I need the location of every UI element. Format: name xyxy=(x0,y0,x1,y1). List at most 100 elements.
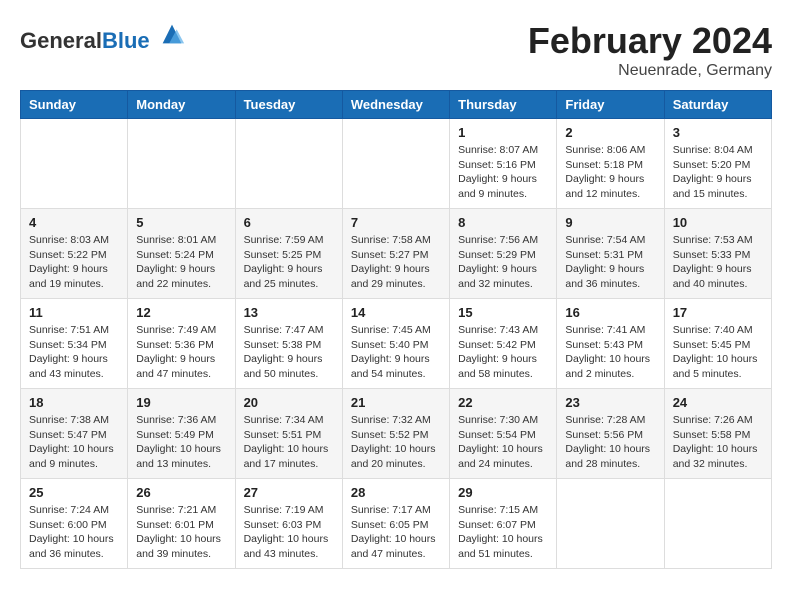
day-number: 22 xyxy=(458,395,548,410)
day-info: Sunrise: 7:28 AMSunset: 5:56 PMDaylight:… xyxy=(565,413,655,472)
calendar-week-row: 1 Sunrise: 8:07 AMSunset: 5:16 PMDaylight… xyxy=(21,119,772,209)
calendar-day-20: 20 Sunrise: 7:34 AMSunset: 5:51 PMDayligh… xyxy=(235,389,342,479)
day-number: 1 xyxy=(458,125,548,140)
day-info: Sunrise: 7:54 AMSunset: 5:31 PMDaylight:… xyxy=(565,233,655,292)
day-number: 4 xyxy=(29,215,119,230)
calendar-day-17: 17 Sunrise: 7:40 AMSunset: 5:45 PMDayligh… xyxy=(664,299,771,389)
calendar-day-15: 15Sunrise: 7:43 AMSunset: 5:42 PMDayligh… xyxy=(450,299,557,389)
calendar-day-21: 21 Sunrise: 7:32 AMSunset: 5:52 PMDayligh… xyxy=(342,389,449,479)
day-number: 9 xyxy=(565,215,655,230)
empty-day-cell xyxy=(557,479,664,569)
day-info: Sunrise: 8:03 AMSunset: 5:22 PMDaylight:… xyxy=(29,233,119,292)
calendar-day-11: 11 Sunrise: 7:51 AMSunset: 5:34 PMDayligh… xyxy=(21,299,128,389)
weekday-header-monday: Monday xyxy=(128,91,235,119)
page-subtitle: Neuenrade, Germany xyxy=(528,62,772,80)
day-info: Sunrise: 7:41 AMSunset: 5:43 PMDaylight:… xyxy=(565,323,655,382)
calendar-day-23: 23 Sunrise: 7:28 AMSunset: 5:56 PMDayligh… xyxy=(557,389,664,479)
day-info: Sunrise: 7:26 AMSunset: 5:58 PMDaylight:… xyxy=(673,413,763,472)
calendar-day-7: 7 Sunrise: 7:58 AMSunset: 5:27 PMDaylight… xyxy=(342,209,449,299)
day-info: Sunrise: 8:01 AMSunset: 5:24 PMDaylight:… xyxy=(136,233,226,292)
calendar-day-3: 3Sunrise: 8:04 AMSunset: 5:20 PMDaylight… xyxy=(664,119,771,209)
day-number: 11 xyxy=(29,305,119,320)
logo-general-text: General xyxy=(20,28,102,53)
logo: GeneralBlue xyxy=(20,20,186,53)
logo-blue-text: Blue xyxy=(102,28,150,53)
title-block: February 2024 Neuenrade, Germany xyxy=(528,20,772,80)
calendar-day-13: 13 Sunrise: 7:47 AMSunset: 5:38 PMDayligh… xyxy=(235,299,342,389)
calendar-day-26: 26 Sunrise: 7:21 AMSunset: 6:01 PMDayligh… xyxy=(128,479,235,569)
page-title: February 2024 xyxy=(528,20,772,62)
day-info: Sunrise: 7:53 AMSunset: 5:33 PMDaylight:… xyxy=(673,233,763,292)
day-number: 27 xyxy=(244,485,334,500)
calendar-day-5: 5 Sunrise: 8:01 AMSunset: 5:24 PMDaylight… xyxy=(128,209,235,299)
day-info: Sunrise: 7:30 AMSunset: 5:54 PMDaylight:… xyxy=(458,413,548,472)
day-number: 21 xyxy=(351,395,441,410)
calendar-day-9: 9 Sunrise: 7:54 AMSunset: 5:31 PMDaylight… xyxy=(557,209,664,299)
day-info: Sunrise: 7:32 AMSunset: 5:52 PMDaylight:… xyxy=(351,413,441,472)
day-number: 18 xyxy=(29,395,119,410)
empty-day-cell xyxy=(128,119,235,209)
weekday-header-wednesday: Wednesday xyxy=(342,91,449,119)
day-info: Sunrise: 7:59 AMSunset: 5:25 PMDaylight:… xyxy=(244,233,334,292)
calendar-week-row: 25 Sunrise: 7:24 AMSunset: 6:00 PMDayligh… xyxy=(21,479,772,569)
day-number: 15 xyxy=(458,305,548,320)
calendar-day-4: 4 Sunrise: 8:03 AMSunset: 5:22 PMDaylight… xyxy=(21,209,128,299)
calendar-day-18: 18 Sunrise: 7:38 AMSunset: 5:47 PMDayligh… xyxy=(21,389,128,479)
calendar-day-2: 2 Sunrise: 8:06 AMSunset: 5:18 PMDaylight… xyxy=(557,119,664,209)
day-number: 3 xyxy=(673,125,763,140)
day-number: 28 xyxy=(351,485,441,500)
calendar-day-25: 25 Sunrise: 7:24 AMSunset: 6:00 PMDayligh… xyxy=(21,479,128,569)
weekday-header-tuesday: Tuesday xyxy=(235,91,342,119)
day-number: 25 xyxy=(29,485,119,500)
calendar-day-10: 10Sunrise: 7:53 AMSunset: 5:33 PMDayligh… xyxy=(664,209,771,299)
day-number: 5 xyxy=(136,215,226,230)
day-info: Sunrise: 7:38 AMSunset: 5:47 PMDaylight:… xyxy=(29,413,119,472)
day-info: Sunrise: 7:36 AMSunset: 5:49 PMDaylight:… xyxy=(136,413,226,472)
empty-day-cell xyxy=(21,119,128,209)
calendar-day-24: 24 Sunrise: 7:26 AMSunset: 5:58 PMDayligh… xyxy=(664,389,771,479)
day-number: 23 xyxy=(565,395,655,410)
calendar-week-row: 4 Sunrise: 8:03 AMSunset: 5:22 PMDaylight… xyxy=(21,209,772,299)
day-info: Sunrise: 7:47 AMSunset: 5:38 PMDaylight:… xyxy=(244,323,334,382)
weekday-header-saturday: Saturday xyxy=(664,91,771,119)
page-header: GeneralBlue February 2024 Neuenrade, Ger… xyxy=(20,20,772,80)
day-number: 2 xyxy=(565,125,655,140)
weekday-header-friday: Friday xyxy=(557,91,664,119)
empty-day-cell xyxy=(235,119,342,209)
day-info: Sunrise: 7:49 AMSunset: 5:36 PMDaylight:… xyxy=(136,323,226,382)
day-number: 7 xyxy=(351,215,441,230)
day-info: Sunrise: 7:15 AMSunset: 6:07 PMDaylight:… xyxy=(458,503,548,562)
day-number: 26 xyxy=(136,485,226,500)
day-number: 13 xyxy=(244,305,334,320)
day-info: Sunrise: 7:56 AMSunset: 5:29 PMDaylight:… xyxy=(458,233,548,292)
calendar-day-16: 16Sunrise: 7:41 AMSunset: 5:43 PMDayligh… xyxy=(557,299,664,389)
calendar-day-27: 27 Sunrise: 7:19 AMSunset: 6:03 PMDayligh… xyxy=(235,479,342,569)
day-info: Sunrise: 7:51 AMSunset: 5:34 PMDaylight:… xyxy=(29,323,119,382)
day-info: Sunrise: 7:19 AMSunset: 6:03 PMDaylight:… xyxy=(244,503,334,562)
day-info: Sunrise: 7:34 AMSunset: 5:51 PMDaylight:… xyxy=(244,413,334,472)
day-info: Sunrise: 8:07 AMSunset: 5:16 PMDaylight:… xyxy=(458,143,548,202)
day-info: Sunrise: 7:40 AMSunset: 5:45 PMDaylight:… xyxy=(673,323,763,382)
calendar-day-19: 19 Sunrise: 7:36 AMSunset: 5:49 PMDayligh… xyxy=(128,389,235,479)
calendar-header-row: SundayMondayTuesdayWednesdayThursdayFrid… xyxy=(21,91,772,119)
calendar-day-28: 28Sunrise: 7:17 AMSunset: 6:05 PMDayligh… xyxy=(342,479,449,569)
empty-day-cell xyxy=(664,479,771,569)
day-info: Sunrise: 8:06 AMSunset: 5:18 PMDaylight:… xyxy=(565,143,655,202)
day-number: 6 xyxy=(244,215,334,230)
day-info: Sunrise: 7:24 AMSunset: 6:00 PMDaylight:… xyxy=(29,503,119,562)
day-number: 20 xyxy=(244,395,334,410)
calendar-week-row: 11 Sunrise: 7:51 AMSunset: 5:34 PMDayligh… xyxy=(21,299,772,389)
day-number: 14 xyxy=(351,305,441,320)
calendar-day-1: 1 Sunrise: 8:07 AMSunset: 5:16 PMDaylight… xyxy=(450,119,557,209)
calendar-day-29: 29Sunrise: 7:15 AMSunset: 6:07 PMDayligh… xyxy=(450,479,557,569)
day-info: Sunrise: 7:21 AMSunset: 6:01 PMDaylight:… xyxy=(136,503,226,562)
calendar-day-8: 8Sunrise: 7:56 AMSunset: 5:29 PMDaylight… xyxy=(450,209,557,299)
calendar-day-14: 14 Sunrise: 7:45 AMSunset: 5:40 PMDayligh… xyxy=(342,299,449,389)
day-info: Sunrise: 7:45 AMSunset: 5:40 PMDaylight:… xyxy=(351,323,441,382)
weekday-header-thursday: Thursday xyxy=(450,91,557,119)
day-number: 19 xyxy=(136,395,226,410)
day-number: 17 xyxy=(673,305,763,320)
calendar-day-12: 12Sunrise: 7:49 AMSunset: 5:36 PMDayligh… xyxy=(128,299,235,389)
day-number: 24 xyxy=(673,395,763,410)
day-info: Sunrise: 7:58 AMSunset: 5:27 PMDaylight:… xyxy=(351,233,441,292)
